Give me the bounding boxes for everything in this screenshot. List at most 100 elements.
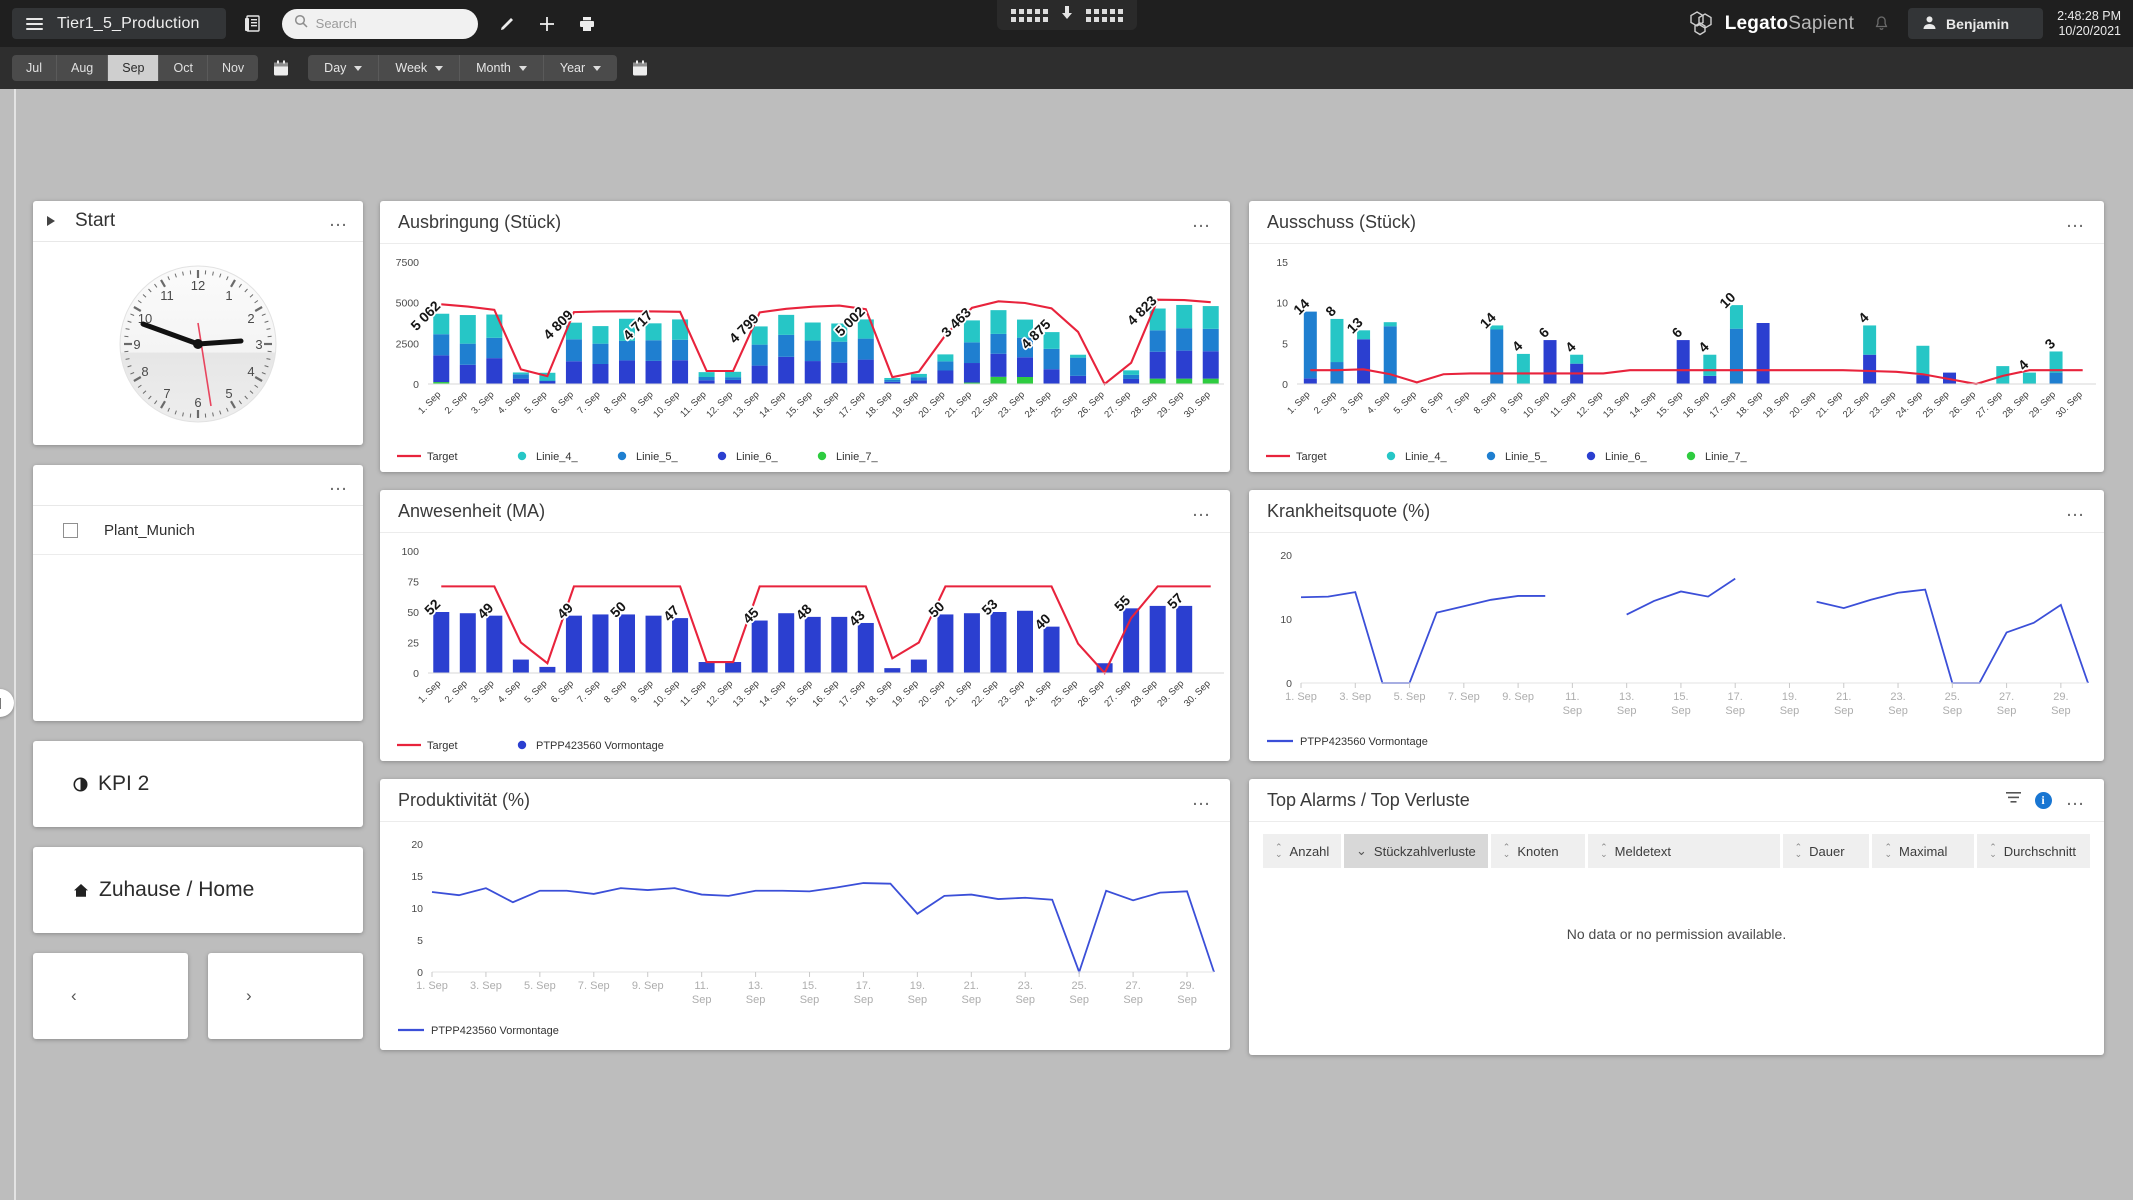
plant-filter-widget: … Plant_Munich [33,465,363,721]
svg-text:4: 4 [1855,309,1872,326]
range-day[interactable]: Day [308,55,380,81]
svg-text:15.: 15. [1673,691,1688,703]
widget-produktivitaet-body: 0 5 10 15 20 1. Sep 3. Sep 5. Sep 7. Sep 9. Sep 11… [380,822,1230,1050]
chart-ausschuss[interactable]: 0 5 10 15 1. Sep 2. Sep 3. Sep 4. Sep 5. Sep 6. S… [1249,244,2104,472]
svg-text:12. Sep: 12. Sep [704,678,735,709]
svg-text:24. Sep: 24. Sep [1023,678,1054,709]
svg-text:15.: 15. [802,980,817,992]
alarms-column-header[interactable]: ⌃ ⌄ Dauer [1782,834,1870,868]
page-next-button[interactable]: › [208,953,363,1039]
svg-text:14. Sep: 14. Sep [757,678,788,709]
range-year[interactable]: Year [544,55,617,81]
month-oct[interactable]: Oct [159,55,208,81]
svg-text:6. Sep: 6. Sep [1418,389,1445,416]
widget-top-alarms-kebab[interactable]: … [2066,790,2087,809]
svg-text:5. Sep: 5. Sep [522,389,549,416]
list-item[interactable]: Plant_Munich [33,506,363,555]
svg-text:24. Sep: 24. Sep [1023,389,1054,420]
widget-krankheitsquote-kebab[interactable]: … [2066,501,2087,520]
plant-checkbox[interactable] [63,523,78,538]
alarms-column-header[interactable]: ⌃ ⌄ Durchschnitt [1977,834,2090,868]
hamburger-icon[interactable] [26,17,43,30]
clock-widget-title: Start [75,210,116,231]
svg-text:0: 0 [413,668,419,680]
svg-text:1. Sep: 1. Sep [1285,389,1312,416]
printer-icon[interactable] [574,11,600,37]
svg-text:26. Sep: 26. Sep [1076,678,1107,709]
month-nov[interactable]: Nov [208,55,258,81]
widget-ausschuss-kebab[interactable]: … [2066,212,2087,231]
svg-text:9: 9 [133,337,140,352]
svg-text:Sep: Sep [1617,705,1637,717]
svg-text:PTPP423560 Vormontage: PTPP423560 Vormontage [536,740,664,752]
svg-text:11.: 11. [1565,691,1579,703]
clock-widget-kebab[interactable]: … [329,211,350,230]
svg-text:7500: 7500 [396,257,420,269]
svg-text:3. Sep: 3. Sep [469,389,496,416]
plant-widget-kebab[interactable]: … [329,475,350,494]
user-avatar-icon [1922,15,1937,33]
svg-text:8: 8 [1322,303,1339,320]
search-icon [294,14,308,33]
clock-readout: 2:48:28 PM 10/20/2021 [2057,9,2121,39]
sidebar-collapse-handle[interactable] [0,689,14,717]
month-selector[interactable]: Jul Aug Sep Oct Nov [12,55,259,81]
info-icon[interactable]: i [2034,791,2052,809]
filter-icon[interactable] [2005,791,2021,809]
pie-chart-icon [73,777,88,792]
widget-anwesenheit-kebab[interactable]: … [1192,501,1213,520]
svg-text:21. Sep: 21. Sep [943,389,974,420]
range-selector[interactable]: Day Week Month Year [308,55,618,81]
widget-anwesenheit-title: Anwesenheit (MA) [398,500,546,521]
svg-text:3. Sep: 3. Sep [470,980,502,992]
range-month[interactable]: Month [460,55,544,81]
search-box[interactable] [281,8,478,39]
chart-anwesenheit[interactable]: 0 25 50 75 100 1. Sep 2. Sep 3. Sep 4. Sep 5. Sep… [380,533,1230,761]
widget-krankheitsquote: Krankheitsquote (%) … 0 10 20 1. Sep 3. Sep 5… [1249,490,2104,761]
clock-widget: Start … 12 1 2 3 4 5 6 7 8 9 10 11 [33,201,363,445]
month-jul[interactable]: Jul [12,55,57,81]
svg-text:7. Sep: 7. Sep [575,389,602,416]
top-bar: Tier1_5_Production Search LegatoSapient … [0,0,2133,47]
plus-icon[interactable] [534,11,560,37]
chart-produktivitaet[interactable]: 0 5 10 15 20 1. Sep 3. Sep 5. Sep 7. Sep 9. Sep 11… [380,822,1230,1050]
range-week[interactable]: Week [379,55,461,81]
alarms-column-header[interactable]: ⌃ ⌄ Maximal [1872,834,1975,868]
widget-ausbringung-kebab[interactable]: … [1192,212,1213,231]
bell-icon[interactable] [1868,11,1894,37]
alarms-column-header[interactable]: ⌄ Stückzahlverluste [1344,834,1488,868]
pencil-icon[interactable] [494,11,520,37]
chart-ausbringung[interactable]: 0 2500 5000 7500 1. Sep 2. Sep 3. Sep 4. Sep 5. … [380,244,1230,472]
report-icon[interactable] [240,11,266,37]
play-triangle-icon[interactable] [47,216,55,226]
month-sep[interactable]: Sep [108,55,160,81]
svg-text:25.: 25. [1072,980,1087,992]
home-card[interactable]: Zuhause / Home [33,847,363,933]
svg-text:16. Sep: 16. Sep [1681,389,1712,420]
svg-text:25. Sep: 25. Sep [1049,389,1080,420]
search-input[interactable] [315,16,466,31]
month-aug[interactable]: Aug [57,55,109,81]
widget-produktivitaet-kebab[interactable]: … [1192,790,1213,809]
kpi-2-card[interactable]: KPI 2 [33,741,363,827]
svg-text:28. Sep: 28. Sep [1129,678,1160,709]
calendar-icon[interactable] [268,55,294,81]
calendar-icon-2[interactable] [627,55,653,81]
current-time: 2:48:28 PM [2057,8,2121,23]
chevron-down-icon[interactable] [1060,5,1074,25]
svg-text:30. Sep: 30. Sep [1182,389,1213,420]
widget-krankheitsquote-title: Krankheitsquote (%) [1267,500,1431,521]
alarms-column-header[interactable]: ⌃ ⌄ Anzahl [1263,834,1341,868]
svg-text:12. Sep: 12. Sep [1574,389,1605,420]
svg-text:3: 3 [2041,335,2058,352]
svg-text:20: 20 [411,839,423,851]
user-menu[interactable]: Benjamin [1908,8,2044,39]
svg-text:22. Sep: 22. Sep [970,389,1001,420]
panel-drag-handle[interactable] [996,0,1137,30]
alarms-column-header[interactable]: ⌃ ⌄ Meldetext [1588,834,1780,868]
svg-text:16. Sep: 16. Sep [810,389,841,420]
alarms-column-header[interactable]: ⌃ ⌄ Knoten [1490,834,1586,868]
app-title-chip[interactable]: Tier1_5_Production [12,8,226,39]
chart-krankheitsquote[interactable]: 0 10 20 1. Sep 3. Sep 5. Sep 7. Sep 9. Sep 11. Se… [1249,533,2104,761]
page-prev-button[interactable]: ‹ [33,953,188,1039]
